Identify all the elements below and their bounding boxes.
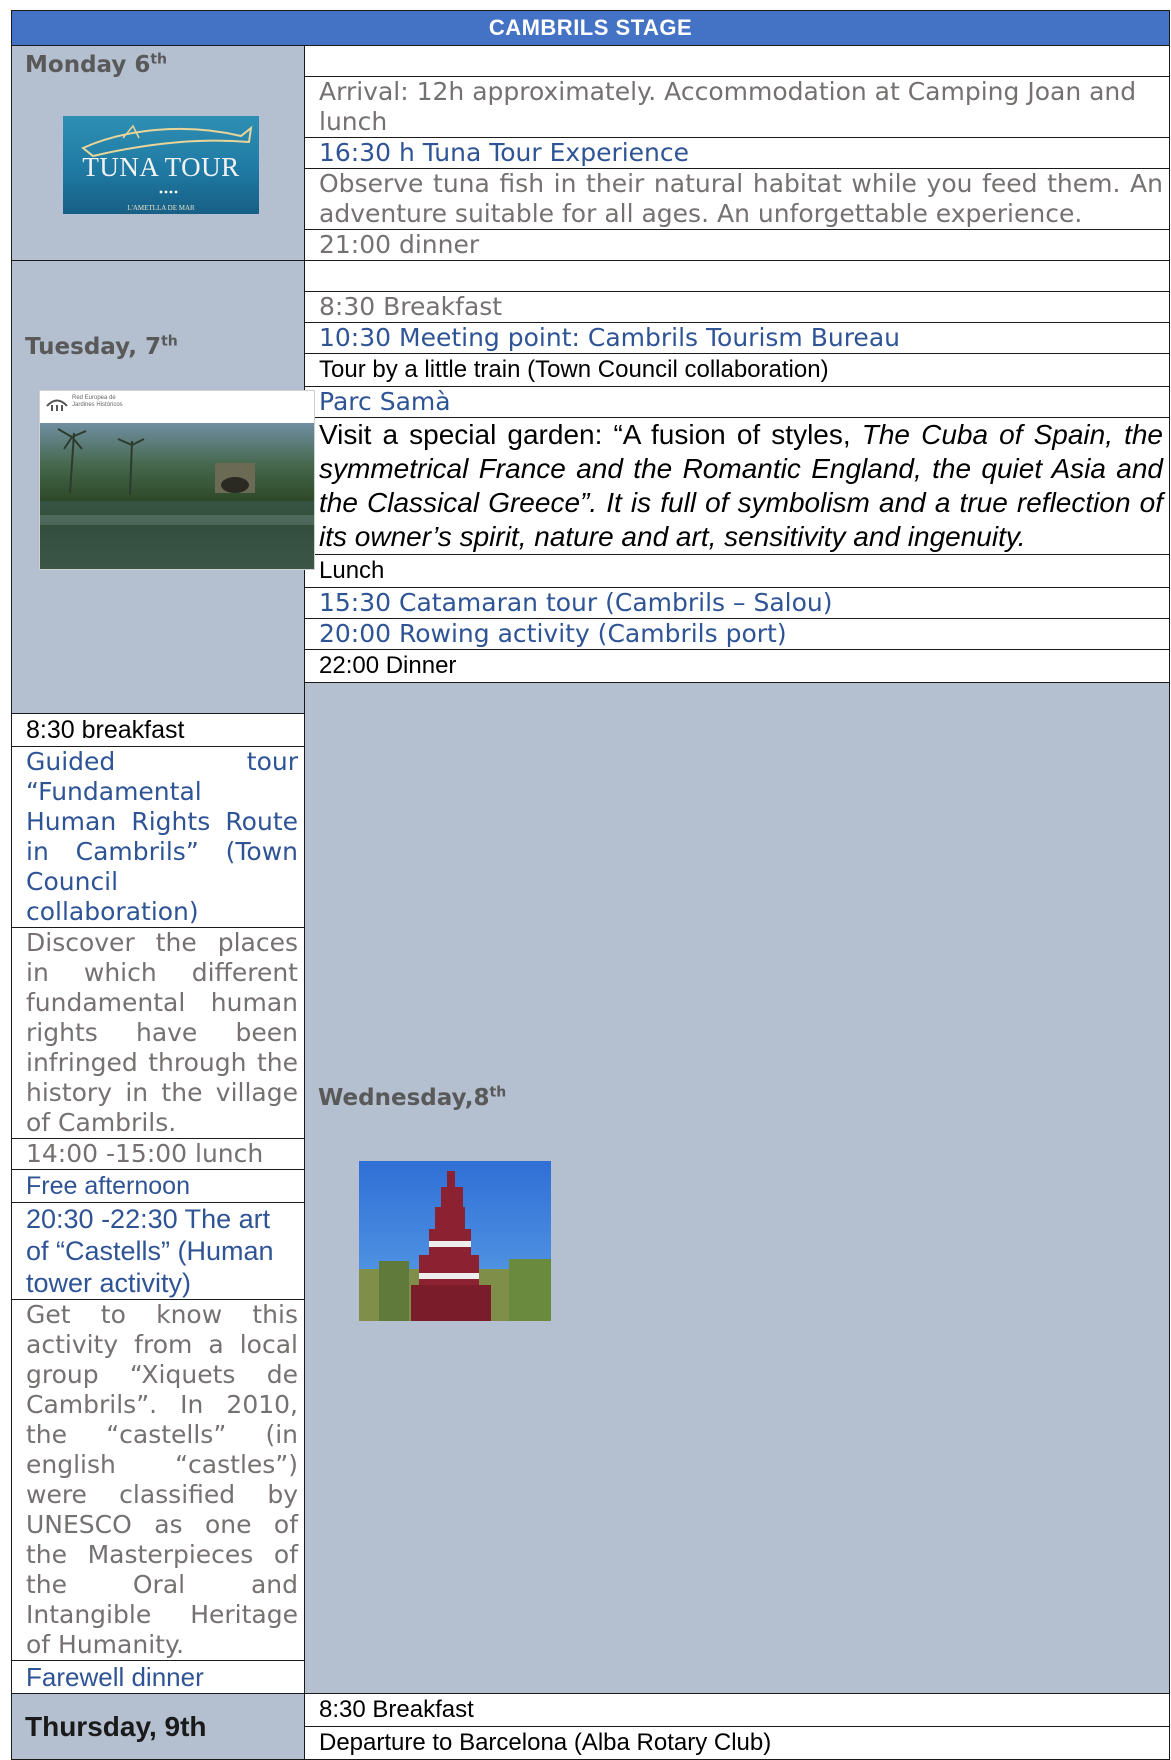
wednesday-guided-desc: Discover the places in which different f… xyxy=(11,927,305,1139)
day-cell-thursday: Thursday, 9th xyxy=(11,1693,305,1760)
tuesday-empty-row xyxy=(304,260,1170,292)
wednesday-castells-desc: Get to know this activity from a local g… xyxy=(11,1299,305,1661)
monday-empty-row xyxy=(304,45,1170,77)
tuna-tour-logo-text: TUNA TOUR xyxy=(82,152,240,182)
wednesday-castells-title: 20:30 -22:30 The art of “Castells” (Huma… xyxy=(11,1202,305,1300)
wednesday-farewell: Farewell dinner xyxy=(11,1660,305,1694)
castells-photo xyxy=(359,1161,551,1321)
garden-scene-icon xyxy=(40,428,314,569)
monday-tuna-desc: Observe tuna fish in their natural habit… xyxy=(304,168,1170,230)
tuesday-rowing: 20:00 Rowing activity (Cambrils port) xyxy=(304,618,1170,650)
thursday-departure: Departure to Barcelona (Alba Rotary Club… xyxy=(304,1726,1170,1760)
wednesday-breakfast: 8:30 breakfast xyxy=(11,713,305,747)
tuesday-breakfast: 8:30 Breakfast xyxy=(304,291,1170,323)
tuesday-meeting: 10:30 Meeting point: Cambrils Tourism Bu… xyxy=(304,322,1170,354)
day-label-thursday: Thursday, 9th xyxy=(25,1710,207,1742)
day-cell-wednesday: Wednesday,8th xyxy=(304,682,1170,1694)
tuesday-train: Tour by a little train (Town Council col… xyxy=(304,353,1170,387)
tuesday-lunch: Lunch xyxy=(304,554,1170,588)
day-label-tuesday: Tuesday, 7th xyxy=(25,333,178,360)
itinerary-table: CAMBRILS STAGE Monday 6th TUNA TOUR L'AM… xyxy=(11,10,1170,1760)
monday-tuna-title: 16:30 h Tuna Tour Experience xyxy=(304,137,1170,169)
monday-arrival: Arrival: 12h approximately. Accommodatio… xyxy=(304,76,1170,138)
parc-sama-photo: Red Europea de Jardines Históricos xyxy=(39,390,315,570)
tuna-tour-logo: TUNA TOUR L'AMETLLA DE MAR xyxy=(63,116,259,214)
jardines-logo-text: Red Europea de Jardines Históricos xyxy=(72,395,123,408)
tuesday-parc-title: Parc Samà xyxy=(304,386,1170,418)
tuesday-dinner: 22:00 Dinner xyxy=(304,649,1170,683)
tuna-tour-logo-subtext: L'AMETLLA DE MAR xyxy=(127,204,195,212)
day-label-wednesday: Wednesday,8th xyxy=(318,1084,507,1111)
tuesday-catamaran: 15:30 Catamaran tour (Cambrils – Salou) xyxy=(304,587,1170,619)
tuesday-parc-desc: Visit a special garden: “A fusion of sty… xyxy=(304,417,1170,555)
human-tower-icon xyxy=(359,1171,551,1321)
itinerary-table-wrapper: CAMBRILS STAGE Monday 6th TUNA TOUR L'AM… xyxy=(11,10,1170,1760)
wednesday-lunch: 14:00 -15:00 lunch xyxy=(11,1138,305,1170)
wednesday-free-afternoon: Free afternoon xyxy=(11,1169,305,1203)
thursday-breakfast: 8:30 Breakfast xyxy=(304,1693,1170,1727)
garden-image xyxy=(40,423,314,569)
day-cell-monday: Monday 6th TUNA TOUR L'AMETLLA DE MAR xyxy=(11,45,305,261)
monday-dinner: 21:00 dinner xyxy=(304,229,1170,261)
day-cell-tuesday: Tuesday, 7th Red Europea de Jardines Hist… xyxy=(11,260,315,714)
table-title: CAMBRILS STAGE xyxy=(11,10,1170,46)
tuesday-parc-desc-plain: Visit a special garden: “A fusion of sty… xyxy=(319,419,862,450)
jardines-logo-icon xyxy=(46,396,68,411)
wednesday-guided-title: Guided tour “Fundamental Human Rights Ro… xyxy=(11,746,305,928)
day-label-monday: Monday 6th xyxy=(25,51,168,78)
